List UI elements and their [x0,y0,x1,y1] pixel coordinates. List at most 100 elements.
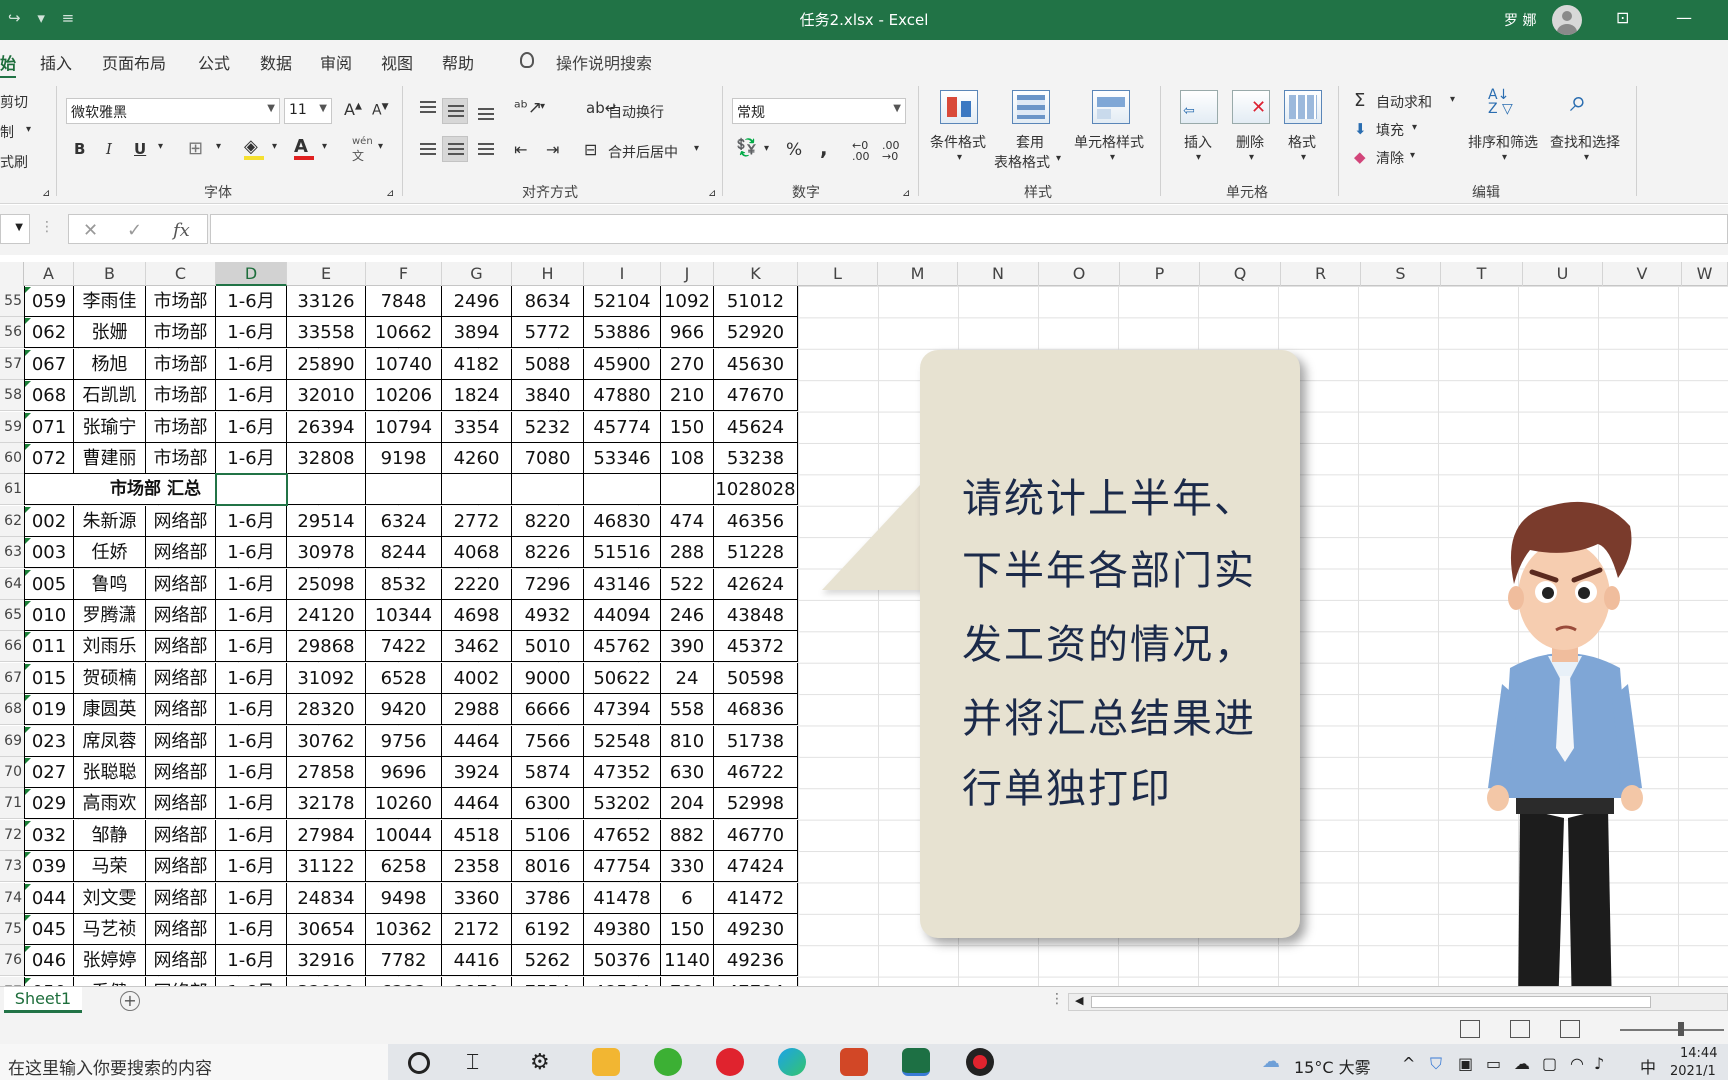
table-cell[interactable]: 4182 [442,349,512,380]
table-cell[interactable]: 027 [24,757,74,788]
table-cell[interactable]: 9498 [366,883,442,914]
clock-time[interactable]: 14:44 [1680,1046,1717,1061]
table-cell[interactable]: 3924 [442,757,512,788]
excel-icon[interactable] [902,1048,930,1076]
table-cell[interactable]: 1-6月 [216,788,287,819]
table-cell[interactable]: 张姗 [74,317,146,348]
wifi-icon[interactable]: ◠ [1570,1054,1584,1073]
table-cell[interactable]: 019 [24,694,74,725]
table-cell[interactable]: 1-6月 [216,726,287,757]
table-cell[interactable]: 10344 [366,600,442,631]
table-cell[interactable]: 288 [661,537,714,568]
table-cell[interactable]: 023 [24,726,74,757]
table-cell[interactable]: 48564 [584,977,661,986]
volume-icon[interactable]: ♪ [1594,1054,1604,1073]
table-cell[interactable]: 41478 [584,883,661,914]
table-cell[interactable]: 43848 [714,600,798,631]
task-view-icon[interactable]: ⌶ [466,1050,494,1078]
table-cell[interactable]: 刘雨乐 [74,631,146,662]
table-cell[interactable]: 6666 [512,694,584,725]
table-cell[interactable]: 10662 [366,317,442,348]
table-cell[interactable]: 市场部 [146,412,216,443]
subtotal-value[interactable]: 1028028 [714,474,798,505]
table-cell[interactable]: 8220 [512,506,584,537]
table-cell[interactable]: 330 [661,851,714,882]
table-cell[interactable]: 10206 [366,380,442,411]
table-cell[interactable]: 网络部 [146,537,216,568]
table-cell[interactable]: 乔健 [74,977,146,986]
table-cell[interactable]: 068 [24,380,74,411]
table-cell[interactable]: 45900 [584,349,661,380]
table-cell[interactable]: 网络部 [146,820,216,851]
battery-icon[interactable]: ▭ [1486,1054,1501,1073]
table-cell[interactable] [442,474,512,505]
table-cell[interactable]: 张婷婷 [74,945,146,976]
table-cell[interactable]: 市场部 [146,443,216,474]
table-cell[interactable]: 51012 [714,286,798,317]
table-cell[interactable]: 30978 [287,537,366,568]
table-cell[interactable]: 6192 [512,914,584,945]
table-cell[interactable]: 1-6月 [216,286,287,317]
table-cell[interactable]: 46830 [584,506,661,537]
table-cell[interactable]: 2172 [442,914,512,945]
table-cell[interactable]: 10794 [366,412,442,443]
table-cell[interactable]: 5106 [512,820,584,851]
add-sheet-icon[interactable]: + [120,991,140,1011]
table-cell[interactable]: 6 [661,883,714,914]
table-cell[interactable]: 45762 [584,631,661,662]
table-cell[interactable]: 210 [661,380,714,411]
table-cell[interactable]: 杨旭 [74,349,146,380]
table-cell[interactable]: 7554 [512,977,584,986]
table-cell[interactable]: 3354 [442,412,512,443]
table-cell[interactable]: 1-6月 [216,820,287,851]
table-cell[interactable]: 28320 [287,694,366,725]
table-cell[interactable]: 网络部 [146,631,216,662]
table-cell[interactable]: 网络部 [146,977,216,986]
table-cell[interactable]: 网络部 [146,726,216,757]
table-cell[interactable]: 45372 [714,631,798,662]
table-cell[interactable]: 032 [24,820,74,851]
table-cell[interactable]: 6300 [512,788,584,819]
table-cell[interactable]: 47424 [714,851,798,882]
table-cell[interactable]: 150 [661,914,714,945]
table-cell[interactable]: 4002 [442,663,512,694]
table-cell[interactable]: 32010 [287,977,366,986]
table-cell[interactable]: 1-6月 [216,349,287,380]
table-cell[interactable]: 3894 [442,317,512,348]
table-cell[interactable]: 10044 [366,820,442,851]
table-cell[interactable]: 49236 [714,945,798,976]
table-cell[interactable]: 47352 [584,757,661,788]
table-cell[interactable]: 010 [24,600,74,631]
table-cell[interactable]: 42624 [714,569,798,600]
table-cell[interactable]: 52104 [584,286,661,317]
table-cell[interactable]: 2772 [442,506,512,537]
table-cell[interactable]: 31092 [287,663,366,694]
table-cell[interactable]: 30654 [287,914,366,945]
screen-recorder-icon[interactable] [966,1048,994,1076]
table-cell[interactable]: 51738 [714,726,798,757]
table-cell[interactable]: 630 [661,757,714,788]
table-cell[interactable]: 4464 [442,788,512,819]
table-cell[interactable]: 1-6月 [216,506,287,537]
table-cell[interactable]: 4068 [442,537,512,568]
table-cell[interactable]: 246 [661,600,714,631]
normal-view-icon[interactable] [1460,1020,1480,1038]
table-cell[interactable]: 204 [661,788,714,819]
security-shield-icon[interactable]: ⛉ [1430,1054,1442,1074]
table-cell[interactable]: 10362 [366,914,442,945]
table-cell[interactable]: 29868 [287,631,366,662]
table-cell[interactable]: 网络部 [146,945,216,976]
table-cell[interactable]: 780 [661,977,714,986]
table-cell[interactable]: 270 [661,349,714,380]
table-cell[interactable]: 150 [661,412,714,443]
scroll-split-icon[interactable]: ⋮ [1050,991,1064,1007]
table-cell[interactable]: 7296 [512,569,584,600]
table-cell[interactable]: 鲁鸣 [74,569,146,600]
sheet-tab-sheet1[interactable]: Sheet1 [4,987,82,1013]
table-cell[interactable]: 2988 [442,694,512,725]
table-cell[interactable]: 50622 [584,663,661,694]
table-cell[interactable]: 李雨佳 [74,286,146,317]
table-cell[interactable]: 席凤蓉 [74,726,146,757]
table-cell[interactable]: 071 [24,412,74,443]
table-cell[interactable]: 4698 [442,600,512,631]
